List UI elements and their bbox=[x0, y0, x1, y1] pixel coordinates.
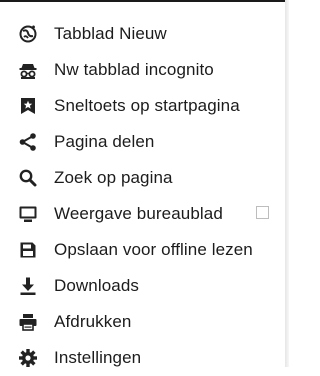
menu-item-find-in-page[interactable]: Zoek op pagina bbox=[0, 160, 285, 196]
save-floppy-icon bbox=[18, 240, 38, 260]
menu-item-desktop-view[interactable]: Weergave bureaublad bbox=[0, 196, 285, 232]
menu-right-edge bbox=[285, 0, 289, 367]
menu-item-settings[interactable]: Instellingen bbox=[0, 340, 285, 376]
download-icon bbox=[18, 276, 38, 296]
settings-gear-icon bbox=[18, 348, 38, 368]
overflow-menu: Tabblad Nieuw Nw tabblad incognito Snelt… bbox=[0, 0, 289, 367]
menu-item-label: Instellingen bbox=[54, 348, 142, 367]
menu-item-downloads[interactable]: Downloads bbox=[0, 268, 285, 304]
menu-item-incognito-tab[interactable]: Nw tabblad incognito bbox=[0, 52, 285, 88]
menu-item-label: Pagina delen bbox=[54, 132, 155, 151]
printer-icon bbox=[18, 312, 38, 332]
menu-item-label: Sneltoets op startpagina bbox=[54, 96, 240, 115]
bookmark-star-icon bbox=[18, 96, 38, 116]
menu-item-label: Zoek op pagina bbox=[54, 168, 173, 187]
new-tab-icon bbox=[18, 24, 38, 44]
menu-item-homescreen-shortcut[interactable]: Sneltoets op startpagina bbox=[0, 88, 285, 124]
incognito-icon bbox=[18, 60, 38, 80]
menu-item-print[interactable]: Afdrukken bbox=[0, 304, 285, 340]
menu-item-save-offline[interactable]: Opslaan voor offline lezen bbox=[0, 232, 285, 268]
menu-item-label: Tabblad Nieuw bbox=[54, 24, 167, 43]
search-icon bbox=[18, 168, 38, 188]
menu-item-new-tab[interactable]: Tabblad Nieuw bbox=[0, 16, 285, 52]
menu-item-label: Downloads bbox=[54, 276, 140, 295]
menu-item-label: Opslaan voor offline lezen bbox=[54, 240, 253, 259]
share-icon bbox=[18, 132, 38, 152]
menu-item-label: Weergave bureaublad bbox=[54, 204, 223, 223]
desktop-monitor-icon bbox=[18, 204, 38, 224]
desktop-view-checkbox[interactable] bbox=[256, 206, 269, 219]
menu-top-edge bbox=[0, 0, 289, 2]
menu-item-label: Afdrukken bbox=[54, 312, 132, 331]
menu-item-label: Nw tabblad incognito bbox=[54, 60, 214, 79]
menu-item-share-page[interactable]: Pagina delen bbox=[0, 124, 285, 160]
